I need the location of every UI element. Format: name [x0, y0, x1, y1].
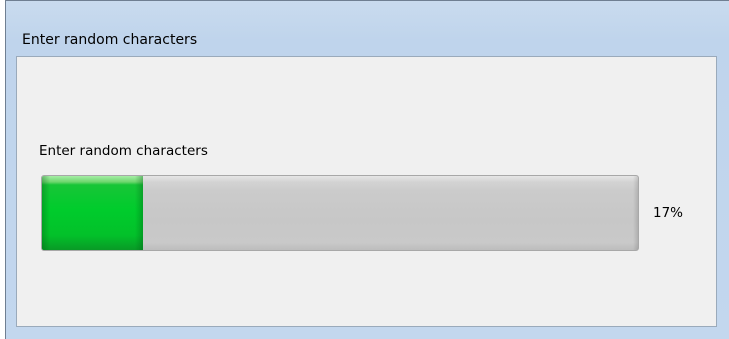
progress-bar	[41, 175, 639, 251]
title-bar[interactable]: Enter random characters	[6, 1, 729, 56]
progress-label: Enter random characters	[39, 143, 208, 159]
dialog-window: Enter random characters Enter random cha…	[5, 0, 729, 339]
progress-percent: 17%	[653, 205, 684, 221]
content-panel: Enter random characters 17%	[16, 56, 717, 327]
progress-fill	[42, 176, 144, 250]
window-title: Enter random characters	[22, 32, 198, 48]
